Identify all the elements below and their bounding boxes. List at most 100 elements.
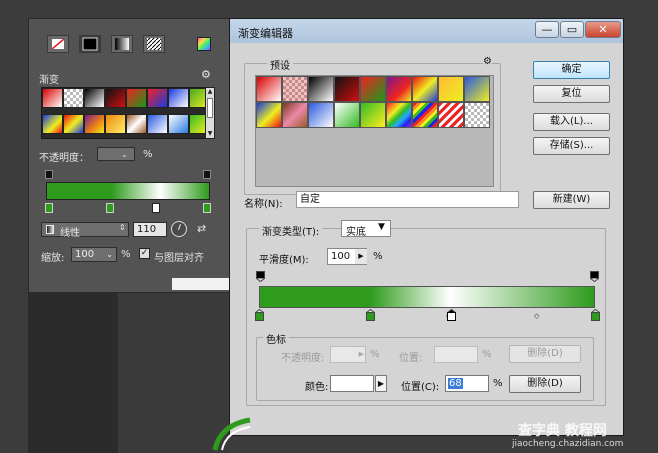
color-stop-selected[interactable] (152, 203, 160, 213)
preset-swatch[interactable] (42, 114, 63, 134)
reset-button[interactable]: 复位 (533, 85, 610, 103)
preset-scrollbar[interactable]: ▲ ▼ (205, 87, 215, 139)
preset-swatch[interactable] (438, 102, 464, 128)
type-select[interactable]: 实底 ▼ (341, 220, 391, 238)
watermark-title: 查字典 教程网 (518, 423, 607, 439)
preset-swatch[interactable] (126, 114, 147, 134)
preset-swatch[interactable] (63, 114, 84, 134)
preset-swatch[interactable] (168, 88, 189, 108)
gradient-bar[interactable] (259, 286, 595, 308)
preset-swatch[interactable] (412, 76, 438, 102)
maximize-button[interactable]: ▭ (560, 21, 584, 38)
color-stop[interactable] (106, 203, 114, 213)
preset-swatch[interactable] (105, 88, 126, 108)
angle-dial-icon[interactable] (171, 221, 187, 237)
opacity-unit: % (143, 149, 153, 160)
scale-input[interactable]: 100 ⌄ (71, 247, 117, 262)
type-value: 实底 (346, 227, 366, 238)
preset-swatch[interactable] (464, 102, 490, 128)
gradient-style-label: 线性 (60, 228, 80, 239)
opacity-input[interactable] (97, 147, 135, 161)
preset-swatch[interactable] (308, 102, 334, 128)
opacity-stop[interactable] (45, 170, 53, 179)
preset-swatch[interactable] (464, 76, 490, 102)
ok-button[interactable]: 确定 (533, 61, 610, 79)
preset-swatch[interactable] (412, 102, 438, 128)
caret-right-icon[interactable]: ▶ (355, 249, 367, 264)
chevron-down-icon[interactable]: ⌄ (121, 150, 128, 159)
color-position-label: 位置(C): (401, 382, 440, 393)
preset-swatch[interactable] (42, 88, 63, 108)
preset-swatch[interactable] (126, 88, 147, 108)
chevron-updown-icon: ⇕ (119, 223, 126, 232)
preset-swatch[interactable] (256, 76, 282, 102)
preset-swatch[interactable] (308, 76, 334, 102)
opacity-stop[interactable] (590, 271, 599, 283)
preset-swatch[interactable] (334, 76, 360, 102)
minimize-button[interactable]: — (535, 21, 559, 38)
preset-swatch[interactable] (360, 102, 386, 128)
delete-color-stop-button[interactable]: 删除(D) (509, 375, 581, 393)
preset-swatch[interactable] (147, 114, 168, 134)
caret-right-icon[interactable]: ▶ (375, 375, 387, 392)
title-bar: 渐变编辑器 — ▭ ✕ (230, 19, 623, 43)
preset-swatch[interactable] (360, 76, 386, 102)
gear-icon[interactable]: ⚙ (201, 68, 211, 81)
gradient-preview-bar[interactable] (46, 182, 210, 200)
new-button[interactable]: 新建(W) (533, 191, 610, 209)
caret-right-icon: ▶ (358, 350, 364, 358)
align-label: 与图层对齐 (154, 253, 204, 264)
gradient-type-group: 渐变类型(T): 实底 ▼ 平滑度(M): 100 ▶ % ◇ ◇ 色标 不透明… (246, 220, 606, 406)
color-picker-icon[interactable] (197, 37, 211, 51)
name-input[interactable]: 自定 (296, 191, 519, 208)
load-button[interactable]: 载入(L)... (533, 113, 610, 131)
preset-swatch[interactable] (386, 76, 412, 102)
preset-swatch[interactable] (282, 76, 308, 102)
color-position-input[interactable]: 68 (445, 375, 489, 392)
close-button[interactable]: ✕ (585, 21, 621, 38)
smoothness-label: 平滑度(M): (259, 255, 309, 266)
angle-input[interactable]: 110 (133, 222, 167, 237)
preset-swatch[interactable] (105, 114, 126, 134)
delete-opacity-stop-button[interactable]: 删除(D) (509, 345, 581, 363)
save-button[interactable]: 存储(S)... (533, 137, 610, 155)
stop-position-label: 位置: (399, 353, 423, 364)
dialog-title: 渐变编辑器 (238, 27, 293, 40)
opacity-stop[interactable] (203, 170, 211, 179)
preset-swatch[interactable] (386, 102, 412, 128)
color-stop[interactable] (255, 308, 264, 321)
background-area (28, 293, 118, 453)
preset-swatch[interactable] (256, 102, 282, 128)
color-stop[interactable] (203, 203, 211, 213)
preset-swatch[interactable] (168, 114, 189, 134)
reverse-icon[interactable]: ⇄ (197, 222, 206, 235)
color-stop[interactable] (591, 308, 600, 321)
smoothness-input[interactable]: 100 ▶ (327, 248, 367, 265)
preset-swatch[interactable] (282, 102, 308, 128)
color-stop[interactable] (365, 308, 375, 321)
color-swatch[interactable] (330, 375, 374, 392)
presets-label: 预设 (267, 57, 293, 72)
preset-swatch[interactable] (63, 88, 84, 108)
color-stop-selected[interactable] (446, 308, 456, 321)
color-stop[interactable] (45, 203, 53, 213)
align-checkbox[interactable]: ✓ (139, 248, 150, 259)
presets-group: 预设 ⚙ (244, 56, 501, 195)
solid-fill-icon[interactable] (79, 35, 101, 53)
preset-swatch[interactable] (334, 102, 360, 128)
preset-swatch[interactable] (147, 88, 168, 108)
gear-icon[interactable]: ⚙ (483, 56, 492, 67)
gradient-style-select[interactable]: 线性 ⇕ (41, 222, 129, 239)
preset-swatch[interactable] (84, 114, 105, 134)
preset-swatch[interactable] (84, 88, 105, 108)
preset-swatch[interactable] (438, 76, 464, 102)
stop-opacity-input[interactable]: ▶ (330, 346, 366, 363)
opacity-stop[interactable] (256, 271, 265, 283)
gradient-fill-icon[interactable] (111, 35, 133, 53)
scale-unit: % (121, 249, 131, 260)
pattern-fill-icon[interactable] (143, 35, 165, 53)
midpoint-icon[interactable]: ◇ (534, 312, 539, 320)
no-fill-icon[interactable] (47, 35, 69, 53)
linear-gradient-icon (46, 225, 54, 234)
stop-position-input[interactable] (434, 346, 478, 363)
